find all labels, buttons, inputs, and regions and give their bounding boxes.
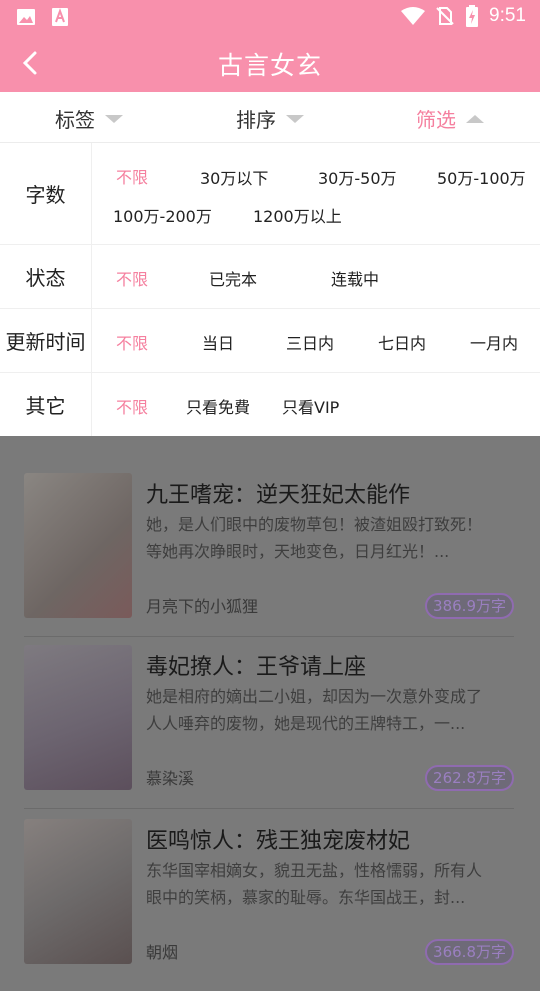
book-cover[interactable] bbox=[24, 645, 132, 790]
app-bar: 古言女玄 bbox=[0, 34, 540, 92]
filter-row-other: 其它 不限 只看免費 只看VIP bbox=[0, 373, 540, 436]
tab-label: 标签 bbox=[55, 108, 95, 132]
filter-label: 字数 bbox=[0, 143, 92, 244]
option-300k-500k[interactable]: 30万-50万 bbox=[318, 165, 397, 189]
tab-sort[interactable]: 排序 bbox=[236, 104, 304, 133]
book-desc: 她是相府的嫡出二小姐，却因为一次意外变成了人人唾弃的废物，她是现代的王牌特工，一… bbox=[146, 687, 483, 733]
filter-label: 状态 bbox=[0, 245, 92, 308]
book-cover[interactable] bbox=[24, 819, 132, 964]
option-unlimited[interactable]: 不限 bbox=[116, 394, 148, 418]
filter-label: 其它 bbox=[0, 373, 92, 436]
book-desc: 她，是人们眼中的废物草包！被渣姐殴打致死！等她再次睁眼时，天地变色，日月红光！.… bbox=[146, 515, 483, 561]
page-title: 古言女玄 bbox=[217, 51, 322, 80]
wifi-icon bbox=[401, 7, 426, 25]
option-free-only[interactable]: 只看免費 bbox=[186, 394, 250, 418]
book-title[interactable]: 毒妃撩人：王爷请上座 bbox=[146, 649, 366, 681]
option-500k-1m[interactable]: 50万-100万 bbox=[437, 165, 526, 189]
filter-panel: 字数 不限 30万以下 30万-50万 50万-100万 100万-200万 1… bbox=[0, 143, 540, 436]
tab-label: 筛选 bbox=[416, 108, 456, 132]
option-unlimited[interactable]: 不限 bbox=[116, 164, 148, 188]
status-bar: 9:51 bbox=[0, 0, 540, 34]
book-cover[interactable] bbox=[24, 473, 132, 618]
status-time: 9:51 bbox=[489, 5, 526, 26]
book-item[interactable]: 九王嗜宠：逆天狂妃太能作 她，是人们眼中的废物草包！被渣姐殴打致死！等她再次睁眼… bbox=[0, 473, 540, 645]
option-ongoing[interactable]: 连载中 bbox=[331, 266, 379, 290]
option-1m-2m[interactable]: 100万-200万 bbox=[113, 203, 212, 227]
filter-tabs: 标签 排序 筛选 bbox=[0, 92, 540, 143]
option-completed[interactable]: 已完本 bbox=[209, 266, 257, 290]
filter-row-update-time: 更新时间 不限 当日 三日内 七日内 一月内 bbox=[0, 309, 540, 373]
book-item[interactable]: 医鸣惊人：残王独宠废材妃 东华国宰相嫡女，貌丑无盐，性格懦弱，所有人眼中的笑柄，… bbox=[0, 819, 540, 991]
image-icon bbox=[17, 9, 35, 25]
word-count-badge: 366.8万字 bbox=[425, 939, 514, 965]
option-unlimited[interactable]: 不限 bbox=[116, 266, 148, 290]
option-under-300k[interactable]: 30万以下 bbox=[200, 165, 268, 189]
filter-row-status: 状态 不限 已完本 连载中 bbox=[0, 245, 540, 309]
option-over-12m[interactable]: 1200万以上 bbox=[253, 203, 342, 227]
book-author: 朝烟 bbox=[146, 943, 179, 962]
font-app-icon bbox=[52, 8, 68, 26]
book-desc: 东华国宰相嫡女，貌丑无盐，性格懦弱，所有人眼中的笑柄，慕家的耻辱。东华国战王，封… bbox=[146, 861, 483, 907]
book-list: 九王嗜宠：逆天狂妃太能作 她，是人们眼中的废物草包！被渣姐殴打致死！等她再次睁眼… bbox=[0, 436, 540, 965]
option-unlimited[interactable]: 不限 bbox=[116, 330, 148, 354]
battery-charging-icon bbox=[466, 5, 479, 27]
book-author: 月亮下的小狐狸 bbox=[146, 597, 259, 616]
filter-label: 更新时间 bbox=[0, 309, 92, 372]
option-today[interactable]: 当日 bbox=[202, 330, 234, 354]
caret-up-icon bbox=[466, 114, 484, 123]
option-one-month[interactable]: 一月内 bbox=[470, 330, 518, 354]
option-vip-only[interactable]: 只看VIP bbox=[282, 394, 339, 418]
filter-row-word-count: 字数 不限 30万以下 30万-50万 50万-100万 100万-200万 1… bbox=[0, 143, 540, 245]
word-count-badge: 386.9万字 bbox=[425, 593, 514, 619]
option-three-days[interactable]: 三日内 bbox=[286, 330, 334, 354]
tab-label: 排序 bbox=[236, 108, 276, 132]
no-sim-icon bbox=[436, 7, 454, 25]
book-author: 慕染溪 bbox=[146, 769, 195, 788]
book-title[interactable]: 九王嗜宠：逆天狂妃太能作 bbox=[146, 477, 410, 509]
divider bbox=[24, 636, 514, 637]
book-title[interactable]: 医鸣惊人：残王独宠废材妃 bbox=[146, 823, 410, 855]
word-count-badge: 262.8万字 bbox=[425, 765, 514, 791]
caret-down-icon bbox=[286, 114, 304, 123]
book-item[interactable]: 毒妃撩人：王爷请上座 她是相府的嫡出二小姐，却因为一次意外变成了人人唾弃的废物，… bbox=[0, 645, 540, 817]
option-seven-days[interactable]: 七日内 bbox=[378, 330, 426, 354]
caret-down-icon bbox=[105, 114, 123, 123]
tab-filter[interactable]: 筛选 bbox=[416, 104, 484, 133]
divider bbox=[24, 808, 514, 809]
tab-tags[interactable]: 标签 bbox=[55, 104, 123, 133]
